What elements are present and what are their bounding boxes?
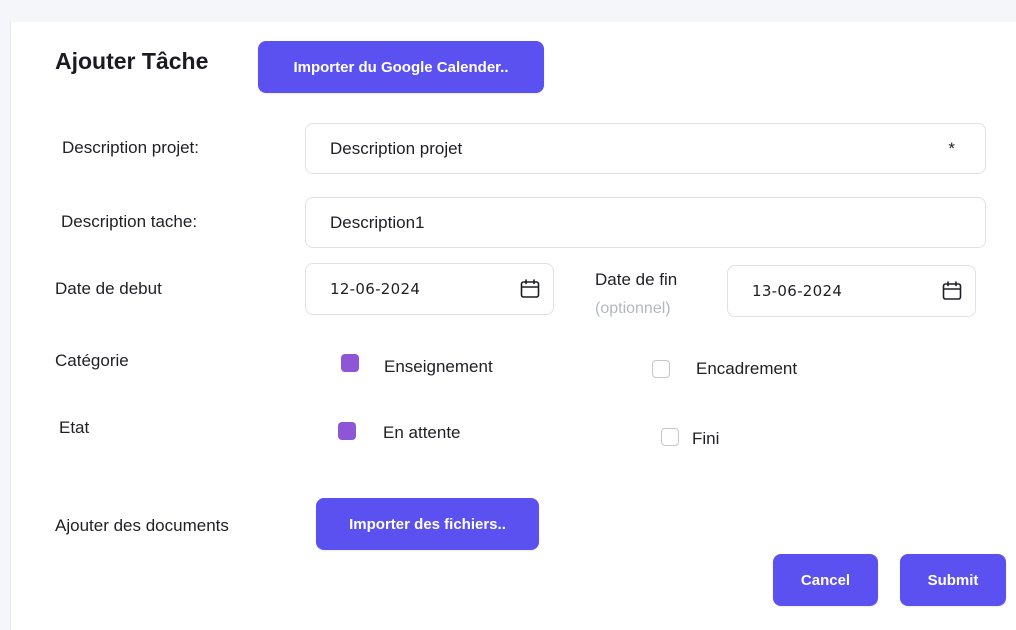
start-date-value: 12-06-2024	[330, 280, 421, 298]
import-files-button[interactable]: Importer des fichiers..	[316, 498, 539, 550]
end-date-optional-hint: (optionnel)	[595, 300, 671, 317]
required-marker: *	[948, 138, 955, 158]
project-description-value: Description projet	[330, 138, 463, 158]
import-google-calendar-button[interactable]: Importer du Google Calender..	[258, 41, 544, 93]
state-label: Etat	[59, 418, 90, 437]
state-en-attente-checkbox[interactable]	[338, 422, 356, 440]
cancel-button[interactable]: Cancel	[773, 554, 878, 606]
page-title: Ajouter Tâche	[55, 48, 209, 74]
calendar-icon[interactable]	[941, 280, 963, 302]
state-en-attente-label[interactable]: En attente	[383, 423, 461, 443]
state-fini-label[interactable]: Fini	[692, 429, 719, 449]
documents-label: Ajouter des documents	[55, 516, 229, 535]
category-encadrement-checkbox[interactable]	[652, 360, 670, 378]
task-description-value: Description1	[330, 212, 425, 232]
end-date-value: 13-06-2024	[752, 282, 843, 300]
task-description-label: Description tache:	[61, 212, 198, 231]
submit-button[interactable]: Submit	[900, 554, 1006, 606]
project-description-input[interactable]: Description projet *	[305, 123, 986, 174]
end-date-input[interactable]: 13-06-2024	[727, 265, 976, 317]
category-enseignement-label[interactable]: Enseignement	[384, 357, 493, 377]
state-fini-checkbox[interactable]	[661, 428, 679, 446]
start-date-label: Date de debut	[55, 279, 162, 298]
project-description-label: Description projet:	[62, 138, 200, 157]
category-encadrement-label[interactable]: Encadrement	[696, 359, 797, 379]
calendar-icon[interactable]	[519, 278, 541, 300]
category-label: Catégorie	[55, 351, 129, 370]
category-enseignement-checkbox[interactable]	[341, 354, 359, 372]
task-description-input[interactable]: Description1	[305, 197, 986, 248]
end-date-label: Date de fin	[595, 270, 678, 289]
start-date-input[interactable]: 12-06-2024	[305, 263, 554, 315]
